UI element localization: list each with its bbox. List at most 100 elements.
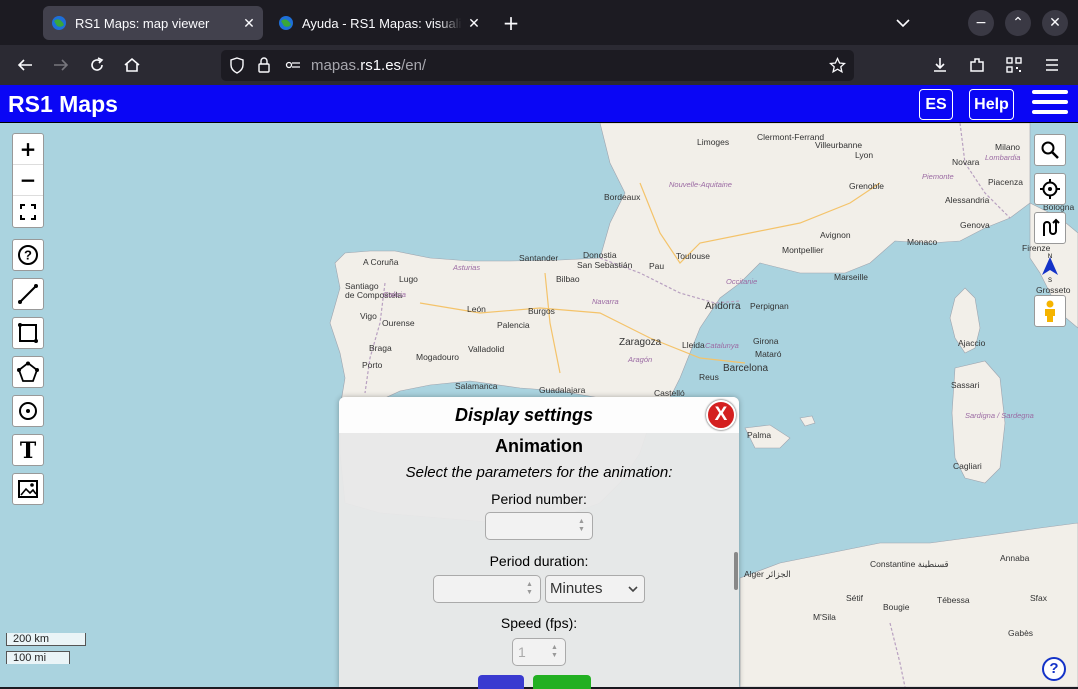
address-bar[interactable]: mapas.rs1.es/en/: [221, 50, 854, 81]
draw-line-icon[interactable]: [12, 278, 44, 310]
city-label: Andorra: [705, 301, 741, 312]
extensions-icon[interactable]: [965, 53, 989, 77]
draw-circle-icon[interactable]: [12, 395, 44, 427]
city-label: A Coruña: [363, 257, 399, 267]
city-label: Limoges: [697, 137, 730, 147]
city-label: Constantine قسنطينة: [870, 559, 949, 569]
city-label: Guadalajara: [539, 385, 586, 395]
zoom-out-button[interactable]: −: [13, 165, 43, 196]
zoom-in-button[interactable]: +: [13, 134, 43, 165]
city-label: Santander: [519, 253, 559, 263]
help-button[interactable]: Help: [969, 89, 1014, 120]
maximize-icon[interactable]: ⌃: [1005, 10, 1031, 36]
dialog-scrollbar[interactable]: [734, 552, 738, 590]
city-label: M'Sila: [813, 612, 836, 622]
chevron-down-icon[interactable]: [890, 10, 916, 36]
close-dialog-button[interactable]: X: [706, 400, 736, 430]
city-label: Grenoble: [849, 181, 884, 191]
downloads-icon[interactable]: [928, 53, 952, 77]
speed-label: Speed (fps):: [500, 615, 578, 631]
city-label: Lyon: [855, 150, 874, 160]
tab-title: RS1 Maps: map viewer: [75, 15, 210, 31]
app-title[interactable]: RS1 Maps: [8, 91, 118, 118]
stepper-icon[interactable]: ▲ ▼: [577, 518, 586, 534]
region-label: Galicia: [383, 290, 406, 299]
city-label: Alger الجزائر: [744, 569, 791, 579]
period-duration-input[interactable]: ▲ ▼: [433, 575, 541, 603]
city-label: Vigo: [360, 311, 377, 321]
shield-icon[interactable]: [229, 57, 245, 74]
city-label: Bilbao: [556, 274, 580, 284]
menu-icon[interactable]: [1040, 53, 1064, 77]
duration-unit-select[interactable]: Minutes: [545, 575, 645, 603]
search-icon[interactable]: [1034, 134, 1066, 166]
city-label: Salamanca: [455, 381, 498, 391]
period-number-label: Period number:: [491, 491, 587, 507]
forward-icon[interactable]: [49, 53, 73, 77]
period-number-input[interactable]: ▲ ▼: [485, 512, 593, 540]
city-label: Genova: [960, 220, 990, 230]
stepper-icon[interactable]: ▲ ▼: [550, 644, 559, 660]
city-label: Montpellier: [782, 245, 824, 255]
city-label: Valladolid: [468, 344, 505, 354]
language-button[interactable]: ES: [919, 89, 953, 120]
section-subtitle: Select the parameters for the animation:: [405, 464, 673, 481]
city-label: Bordeaux: [604, 192, 641, 202]
close-tab-icon[interactable]: ✕: [462, 15, 486, 32]
city-label: León: [467, 304, 486, 314]
svg-text:?: ?: [24, 248, 32, 263]
stepper-icon[interactable]: ▲ ▼: [525, 581, 534, 597]
city-label: Annaba: [1000, 553, 1030, 563]
reload-icon[interactable]: [85, 53, 109, 77]
city-label: San Sebastián: [577, 260, 633, 270]
city-label: Toulouse: [676, 251, 711, 261]
city-label: Donostia: [583, 250, 617, 260]
dialog-title: Display settings: [454, 405, 594, 425]
geolocate-icon[interactable]: [1034, 173, 1066, 205]
city-label: Porto: [362, 360, 383, 370]
draw-polygon-icon[interactable]: [12, 356, 44, 388]
region-label: Lombardia: [985, 153, 1021, 162]
compass-north-icon[interactable]: NS: [1034, 251, 1066, 284]
close-window-icon[interactable]: ✕: [1042, 10, 1068, 36]
city-label: Girona: [753, 336, 779, 346]
city-label: Sassari: [951, 380, 980, 390]
bookmark-star-icon[interactable]: [829, 57, 846, 74]
close-tab-icon[interactable]: ✕: [237, 15, 261, 32]
city-label: Braga: [369, 343, 392, 353]
fullscreen-icon[interactable]: [13, 196, 43, 227]
help-icon[interactable]: ?: [12, 239, 44, 271]
chevron-down-icon: [628, 586, 638, 593]
help-question-icon[interactable]: ?: [1042, 657, 1066, 681]
street-view-pegman-icon[interactable]: [1034, 295, 1066, 327]
draw-rectangle-icon[interactable]: [12, 317, 44, 349]
hamburger-menu-icon[interactable]: [1032, 90, 1068, 118]
add-image-icon[interactable]: [12, 473, 44, 505]
permissions-icon[interactable]: [285, 59, 301, 71]
zoom-controls: + −: [12, 133, 44, 228]
lock-icon[interactable]: [257, 57, 271, 73]
city-label: Marseille: [834, 272, 869, 282]
globe-icon: [279, 16, 293, 30]
home-icon[interactable]: [120, 53, 144, 77]
new-tab-button[interactable]: +: [498, 10, 524, 36]
tab-rs1-maps[interactable]: RS1 Maps: map viewer ✕: [43, 6, 263, 40]
minimize-icon[interactable]: −: [968, 10, 994, 36]
city-label: Alessandria: [945, 195, 990, 205]
qr-code-icon[interactable]: [1002, 53, 1026, 77]
scale-km: 200 km: [6, 633, 86, 646]
app-header: RS1 Maps ES Help: [0, 85, 1078, 123]
city-label: Tébessa: [937, 595, 970, 605]
speed-input[interactable]: 1 ▲ ▼: [512, 638, 566, 666]
section-heading: Animation: [495, 436, 583, 456]
back-icon[interactable]: [13, 53, 37, 77]
city-label: Perpignan: [750, 301, 789, 311]
city-label: Pau: [649, 261, 665, 271]
city-label: Zaragoza: [619, 337, 662, 348]
period-duration-label: Period duration:: [489, 553, 589, 569]
route-icon[interactable]: [1034, 212, 1066, 244]
tab-ayuda[interactable]: Ayuda - RS1 Mapas: visualiz ✕: [270, 6, 488, 40]
region-label: Nouvelle-Aquitaine: [669, 180, 732, 189]
city-label: Palencia: [497, 320, 530, 330]
add-text-icon[interactable]: T: [12, 434, 44, 466]
